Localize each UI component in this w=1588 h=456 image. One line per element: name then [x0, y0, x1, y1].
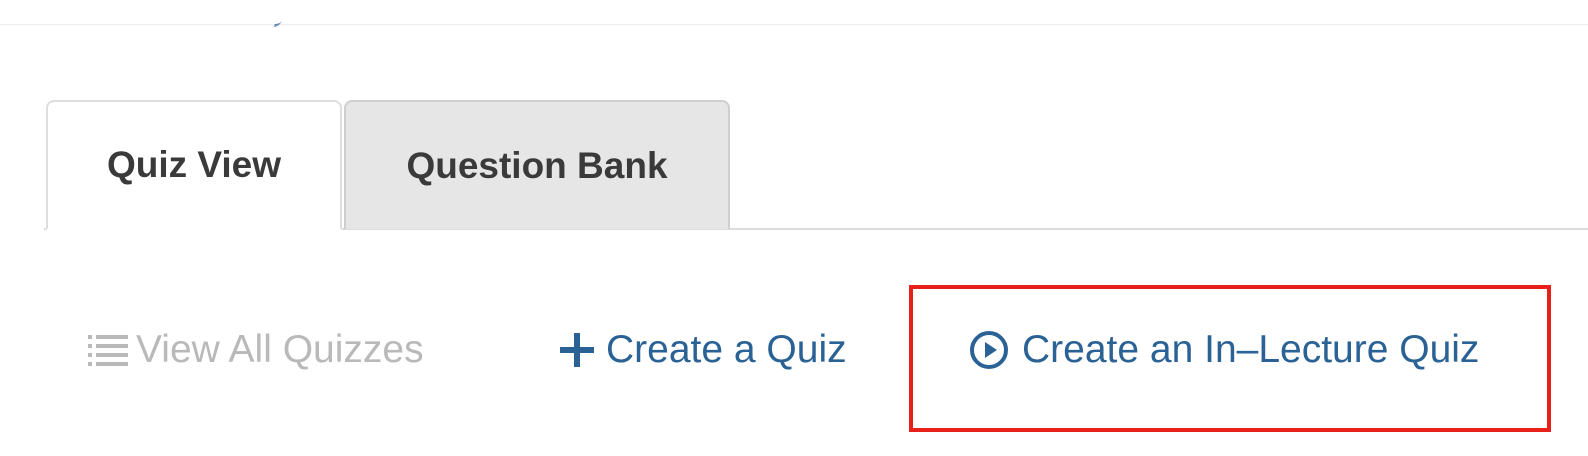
plus-icon — [558, 331, 596, 369]
tab-question-bank-label: Question Bank — [406, 144, 668, 186]
view-all-quizzes-label: View All Quizzes — [136, 328, 424, 371]
tab-bar: Quiz View Question Bank — [0, 100, 1588, 231]
top-divider — [0, 24, 1588, 25]
create-quiz-label: Create a Quiz — [606, 328, 847, 371]
list-icon — [86, 330, 130, 370]
highlight-box — [909, 285, 1551, 432]
view-all-quizzes-link[interactable]: View All Quizzes — [86, 328, 424, 372]
tab-quiz-view[interactable]: Quiz View — [46, 100, 342, 230]
tab-quiz-view-label: Quiz View — [106, 144, 282, 185]
tab-question-bank[interactable]: Question Bank — [344, 100, 730, 229]
partial-header-glyph — [273, 14, 285, 27]
create-quiz-link[interactable]: Create a Quiz — [558, 328, 847, 372]
